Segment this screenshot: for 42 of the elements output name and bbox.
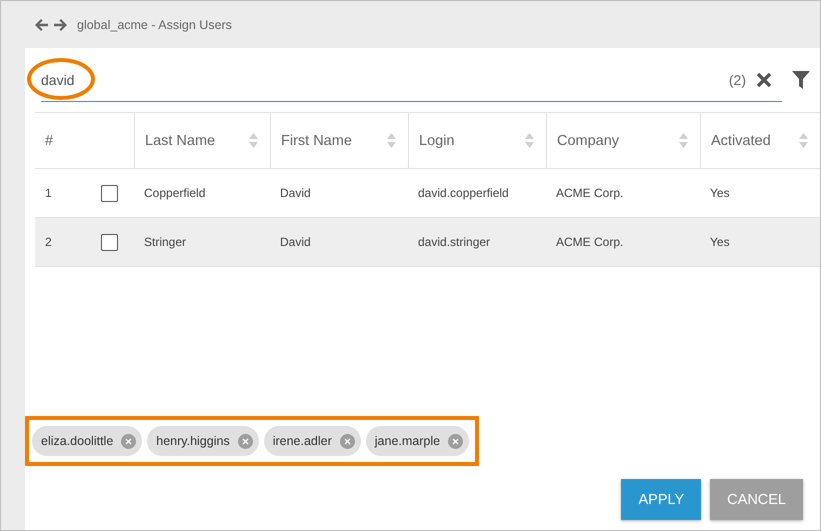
sort-icon[interactable] <box>387 133 396 148</box>
table-cell: david.copperfield <box>418 186 509 200</box>
user-chip[interactable]: jane.marple <box>366 426 470 456</box>
search-field[interactable]: david <box>41 64 729 94</box>
table-cell: David <box>280 186 311 200</box>
remove-icon[interactable] <box>121 434 136 448</box>
back-arrow-icon[interactable] <box>35 18 48 30</box>
forward-arrow-icon[interactable] <box>54 18 67 30</box>
sort-icon[interactable] <box>799 133 808 148</box>
table-cell: Copperfield <box>144 186 206 200</box>
column-header[interactable]: Activated <box>711 132 771 148</box>
row-checkbox[interactable] <box>101 234 118 250</box>
row-checkbox[interactable] <box>101 184 118 202</box>
remove-icon[interactable] <box>340 434 355 448</box>
remove-icon[interactable] <box>448 434 464 448</box>
apply-button[interactable]: APPLY <box>621 479 702 520</box>
table-cell: david.stringer <box>418 235 490 249</box>
clear-icon[interactable] <box>756 72 772 88</box>
table-cell: Yes <box>710 235 730 249</box>
row-number: 2 <box>45 235 52 249</box>
user-chip[interactable]: henry.higgins <box>147 426 259 456</box>
user-chip[interactable]: eliza.doolittle <box>32 426 142 456</box>
table-cell: ACME Corp. <box>556 235 624 249</box>
remove-icon[interactable] <box>238 434 253 448</box>
window-title: global_acme - Assign Users <box>77 18 232 32</box>
user-chip[interactable]: irene.adler <box>264 426 361 456</box>
table-cell: David <box>280 235 311 249</box>
filter-icon[interactable] <box>792 71 810 89</box>
sort-icon[interactable] <box>679 133 688 148</box>
column-header[interactable]: Last Name <box>145 132 216 148</box>
table-cell: Stringer <box>144 235 186 249</box>
result-count: (2) <box>728 72 746 88</box>
sort-icon[interactable] <box>249 133 258 148</box>
table-cell: ACME Corp. <box>556 186 624 200</box>
column-header[interactable]: Login <box>419 132 454 148</box>
row-number: 1 <box>45 186 52 200</box>
column-header: # <box>45 132 54 148</box>
column-header[interactable]: Company <box>557 132 620 148</box>
column-header[interactable]: First Name <box>281 132 352 148</box>
highlight-ring <box>27 58 95 100</box>
table-cell: Yes <box>710 186 730 200</box>
sort-icon[interactable] <box>525 133 534 148</box>
